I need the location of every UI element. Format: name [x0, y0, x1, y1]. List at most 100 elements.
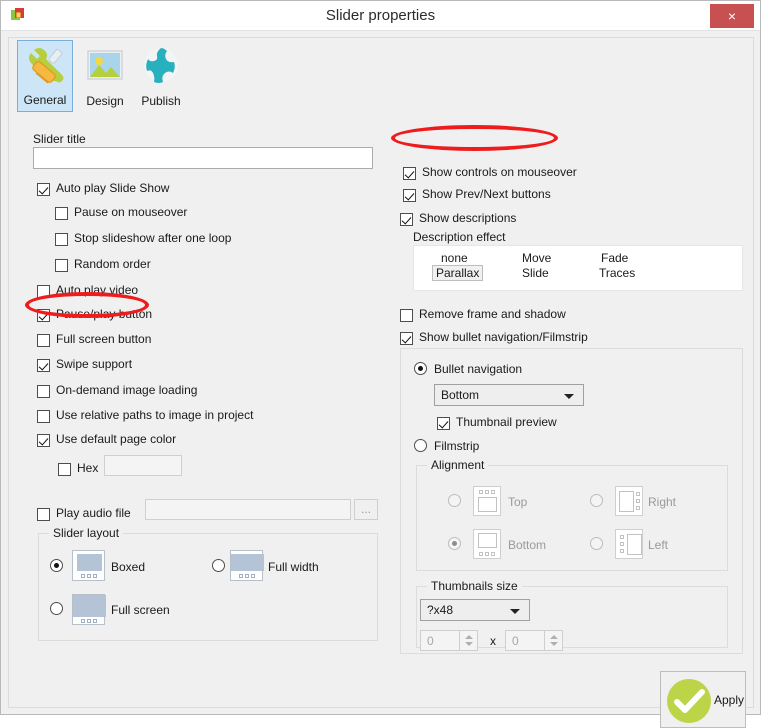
layout-full-width-label: Full width	[268, 560, 319, 574]
radio-alignment-right[interactable]	[590, 494, 603, 507]
hex-input[interactable]	[104, 455, 182, 476]
show-prev-next-buttons-label: Show Prev/Next buttons	[422, 187, 551, 201]
effect-option-traces[interactable]: Traces	[595, 265, 639, 281]
show-bullet-navigation-box[interactable]	[400, 332, 413, 345]
show-descriptions-label: Show descriptions	[419, 211, 517, 225]
effect-option-none[interactable]: none	[437, 250, 472, 266]
thumbnails-size-preset-dropdown[interactable]: ?x48	[420, 599, 530, 621]
show-prev-next-buttons-box[interactable]	[403, 189, 416, 202]
auto-play-video-box[interactable]	[37, 285, 50, 298]
audio-file-path-input[interactable]	[145, 499, 351, 520]
radio-filmstrip[interactable]	[414, 439, 427, 452]
tab-publish-label: Publish	[141, 94, 181, 108]
slider-title-input[interactable]	[33, 147, 373, 169]
chevron-down-icon-3[interactable]	[464, 642, 473, 646]
radio-layout-full-screen[interactable]	[50, 602, 63, 615]
show-controls-on-mouseover-label: Show controls on mouseover	[422, 165, 577, 179]
effect-option-fade[interactable]: Fade	[597, 250, 632, 266]
use-default-page-color-box[interactable]	[37, 434, 50, 447]
window-title: Slider properties	[325, 7, 436, 24]
auto-play-video-label: Auto play video	[56, 283, 139, 297]
radio-alignment-left[interactable]	[590, 537, 603, 550]
radio-alignment-top[interactable]	[448, 494, 461, 507]
effect-option-slide[interactable]: Slide	[518, 265, 553, 281]
alignment-top-icon	[473, 486, 501, 516]
hex-label: Hex	[77, 461, 99, 475]
full-screen-button-box[interactable]	[37, 334, 50, 347]
full-width-layout-icon	[230, 550, 264, 581]
effect-option-parallax[interactable]: Parallax	[432, 265, 484, 281]
tab-toolbar: General Design Publish	[11, 40, 751, 112]
close-button[interactable]: ×	[710, 4, 754, 28]
radio-alignment-bottom[interactable]	[448, 537, 461, 550]
thumbnail-width-stepper[interactable]: 0	[420, 630, 478, 651]
on-demand-image-loading-box[interactable]	[37, 385, 50, 398]
auto-play-slide-show-label: Auto play Slide Show	[56, 181, 170, 195]
thumbnail-width-value: 0	[427, 634, 434, 648]
auto-play-slide-show-box[interactable]	[37, 183, 50, 196]
tab-publish[interactable]: Publish	[133, 40, 189, 112]
filmstrip-label: Filmstrip	[434, 439, 480, 453]
layout-full-screen-label: Full screen	[111, 603, 170, 617]
remove-frame-and-shadow-box[interactable]	[400, 309, 413, 322]
tab-design[interactable]: Design	[77, 40, 133, 112]
thumbnail-preview-box[interactable]	[437, 417, 450, 430]
thumbnails-size-preset-value: ?x48	[427, 603, 454, 617]
globe-icon	[144, 48, 178, 83]
random-order-box[interactable]	[55, 259, 68, 272]
pause-play-button-box[interactable]	[37, 309, 50, 322]
effect-option-move[interactable]: Move	[518, 250, 555, 266]
use-default-page-color-label: Use default page color	[56, 432, 177, 446]
browse-audio-button[interactable]: ...	[354, 499, 378, 520]
description-effect-list[interactable]: none Move Fade Parallax Slide Traces	[413, 245, 743, 291]
thumbnail-height-arrows[interactable]	[544, 631, 562, 650]
alignment-right-label: Right	[648, 495, 677, 509]
tools-icon	[29, 48, 64, 84]
swipe-support-box[interactable]	[37, 359, 50, 372]
thumbnail-height-stepper[interactable]: 0	[505, 630, 563, 651]
hex-box[interactable]	[58, 463, 71, 476]
alignment-bottom-label: Bottom	[508, 538, 547, 552]
alignment-title: Alignment	[427, 458, 489, 472]
alignment-group: Alignment	[416, 458, 728, 571]
thumbnail-height-value: 0	[512, 634, 519, 648]
chevron-up-icon-2[interactable]	[549, 635, 558, 639]
show-descriptions-box[interactable]	[400, 213, 413, 226]
thumbnails-size-title: Thumbnails size	[427, 579, 522, 593]
radio-bullet-navigation[interactable]	[414, 362, 427, 375]
tab-general-label: General	[23, 93, 67, 107]
radio-layout-boxed[interactable]	[50, 559, 63, 572]
chevron-up-icon[interactable]	[464, 635, 473, 639]
show-bullet-navigation-label: Show bullet navigation/Filmstrip	[419, 330, 588, 344]
stop-slideshow-box[interactable]	[55, 233, 68, 246]
alignment-bottom-icon	[473, 529, 501, 559]
full-screen-button-label: Full screen button	[56, 332, 152, 346]
title-bar: Slider properties ×	[1, 1, 760, 31]
alignment-right-icon	[615, 486, 643, 516]
bullet-position-value: Bottom	[441, 388, 480, 402]
tab-design-label: Design	[86, 94, 124, 108]
tab-general[interactable]: General	[17, 40, 73, 112]
slider-layout-title: Slider layout	[49, 526, 124, 540]
layout-boxed-label: Boxed	[111, 560, 146, 574]
apply-button[interactable]: Apply	[660, 671, 746, 728]
alignment-top-label: Top	[508, 495, 528, 509]
full-screen-layout-icon	[72, 594, 106, 625]
apply-button-label: Apply	[714, 693, 745, 707]
chevron-down-icon-4[interactable]	[549, 642, 558, 646]
chevron-down-icon	[564, 394, 574, 399]
slider-properties-window: Slider properties × General Design Publi…	[0, 0, 761, 728]
random-order-label: Random order	[74, 257, 151, 271]
image-icon	[87, 50, 123, 80]
dialog-body: General Design Publish Slider title Auto…	[8, 37, 754, 728]
pause-on-mouseover-box[interactable]	[55, 207, 68, 220]
thumbnail-preview-label: Thumbnail preview	[456, 415, 557, 429]
chevron-down-icon-2	[510, 609, 520, 614]
play-audio-file-box[interactable]	[37, 508, 50, 521]
use-relative-paths-box[interactable]	[37, 410, 50, 423]
thumbnail-width-arrows[interactable]	[459, 631, 477, 650]
use-relative-paths-label: Use relative paths to image in project	[56, 408, 254, 422]
show-controls-on-mouseover-box[interactable]	[403, 167, 416, 180]
bullet-position-dropdown[interactable]: Bottom	[434, 384, 584, 406]
radio-layout-full-width[interactable]	[212, 559, 225, 572]
